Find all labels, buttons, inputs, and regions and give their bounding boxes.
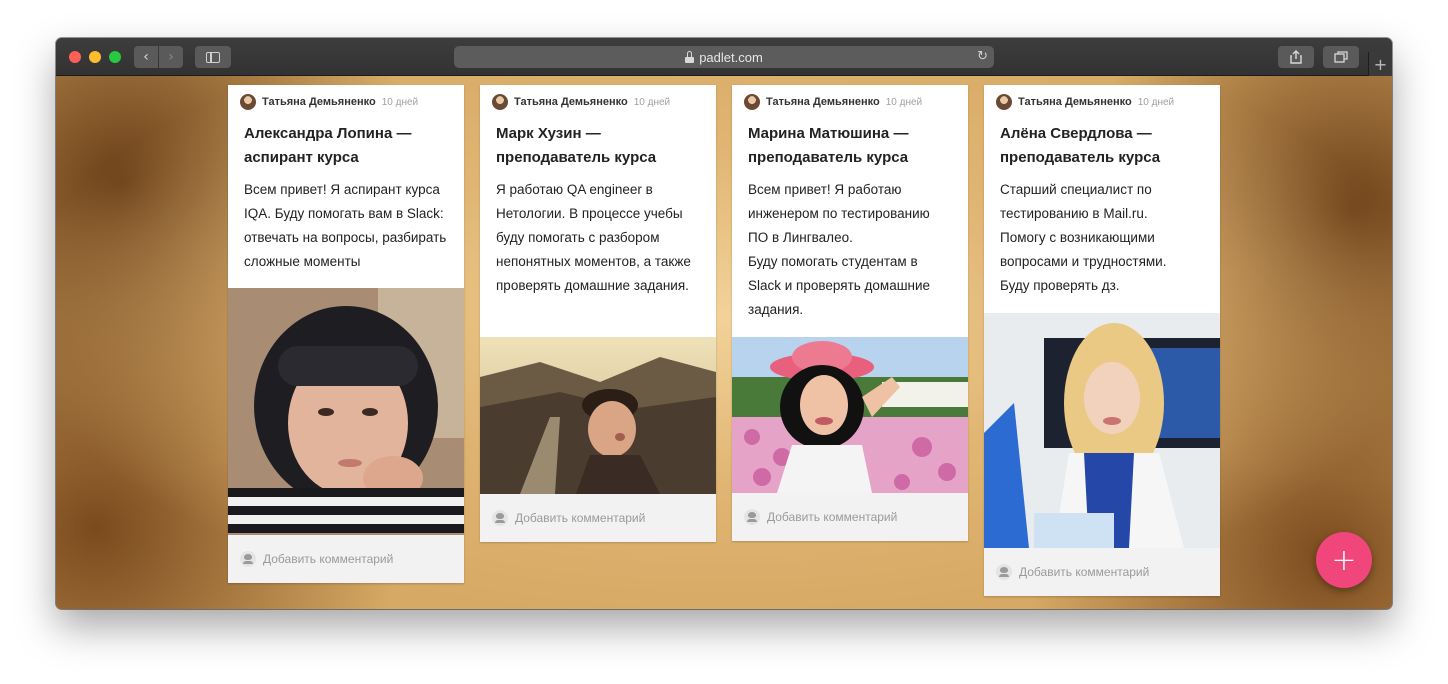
post-time: 10 дней: [381, 96, 419, 108]
plus-icon: +: [1331, 542, 1357, 578]
user-icon: [492, 510, 508, 526]
post-title: Алёна Свердлова — преподаватель курса: [1000, 125, 1161, 166]
post-header: Татьяна Демьяненко 10 дней: [228, 85, 464, 119]
avatar[interactable]: [744, 94, 760, 110]
share-icon: [1290, 50, 1302, 64]
post-body: Всем привет! Я аспирант курса IQA. Буду …: [244, 182, 447, 269]
tabs-icon: [1334, 51, 1348, 63]
show-tabs-button[interactable]: [1323, 46, 1359, 68]
avatar[interactable]: [240, 94, 256, 110]
post-author: Татьяна Демьяненко: [262, 96, 376, 108]
add-comment-bar[interactable]: Добавить комментарий: [480, 494, 716, 542]
post-body: Всем привет! Я работаю инженером по тест…: [748, 182, 931, 317]
post-card[interactable]: Татьяна Демьяненко 10 дней Марина Матюши…: [732, 85, 968, 541]
add-comment-bar[interactable]: Добавить комментарий: [228, 535, 464, 583]
add-post-button[interactable]: +: [1316, 532, 1372, 588]
post-time: 10 дней: [1137, 96, 1175, 108]
zoom-window-button[interactable]: [109, 51, 121, 63]
post-header: Татьяна Демьяненко 10 дней: [480, 85, 716, 119]
add-comment-placeholder: Добавить комментарий: [767, 510, 898, 524]
post-title: Александра Лопина — аспирант курса: [244, 125, 412, 166]
new-tab-button[interactable]: +: [1368, 52, 1392, 76]
post-author: Татьяна Демьяненко: [514, 96, 628, 108]
browser-titlebar: ‹ › padlet.com ↻ +: [56, 38, 1392, 76]
post-author: Татьяна Демьяненко: [1018, 96, 1132, 108]
plus-icon: +: [1373, 54, 1388, 74]
post-card[interactable]: Татьяна Демьяненко 10 дней Марк Хузин — …: [480, 85, 716, 542]
padlet-board: Татьяна Демьяненко 10 дней Александра Ло…: [56, 76, 1392, 609]
user-icon: [996, 564, 1012, 580]
sidebar-toggle-button[interactable]: [195, 46, 231, 68]
post-card[interactable]: Татьяна Демьяненко 10 дней Алёна Свердло…: [984, 85, 1220, 596]
post-header: Татьяна Демьяненко 10 дней: [984, 85, 1220, 119]
share-button[interactable]: [1278, 46, 1314, 68]
avatar[interactable]: [492, 94, 508, 110]
minimize-window-button[interactable]: [89, 51, 101, 63]
add-comment-bar[interactable]: Добавить комментарий: [732, 493, 968, 541]
post-body: Старший специалист по тестированию в Mai…: [1000, 182, 1167, 293]
lock-icon: [685, 51, 695, 63]
sidebar-icon: [206, 51, 220, 63]
url-text: padlet.com: [699, 49, 763, 65]
post-time: 10 дней: [885, 96, 923, 108]
post-photo[interactable]: [228, 288, 464, 535]
post-author: Татьяна Демьяненко: [766, 96, 880, 108]
user-icon: [744, 509, 760, 525]
chevron-left-icon: ‹: [143, 49, 149, 65]
add-comment-bar[interactable]: Добавить комментарий: [984, 548, 1220, 596]
post-header: Татьяна Демьяненко 10 дней: [732, 85, 968, 119]
reload-icon[interactable]: ↻: [977, 49, 988, 64]
post-title: Марина Матюшина — преподаватель курса: [748, 125, 909, 166]
back-button[interactable]: ‹: [134, 46, 158, 68]
post-body: Я работаю QA engineer в Нетологии. В про…: [496, 182, 691, 293]
post-card[interactable]: Татьяна Демьяненко 10 дней Александра Ло…: [228, 85, 464, 583]
address-bar[interactable]: padlet.com ↻: [454, 46, 994, 68]
browser-window: ‹ › padlet.com ↻ + Татьяна Демьяненко 10…: [56, 38, 1392, 609]
post-title: Марк Хузин — преподаватель курса: [496, 125, 657, 166]
user-icon: [240, 551, 256, 567]
avatar[interactable]: [996, 94, 1012, 110]
close-window-button[interactable]: [69, 51, 81, 63]
post-time: 10 дней: [633, 96, 671, 108]
chevron-right-icon: ›: [168, 49, 174, 65]
add-comment-placeholder: Добавить комментарий: [1019, 565, 1150, 579]
add-comment-placeholder: Добавить комментарий: [515, 511, 646, 525]
forward-button[interactable]: ›: [159, 46, 183, 68]
add-comment-placeholder: Добавить комментарий: [263, 552, 394, 566]
post-photo[interactable]: [480, 337, 716, 494]
post-photo[interactable]: [732, 337, 968, 493]
post-photo[interactable]: [984, 313, 1220, 548]
